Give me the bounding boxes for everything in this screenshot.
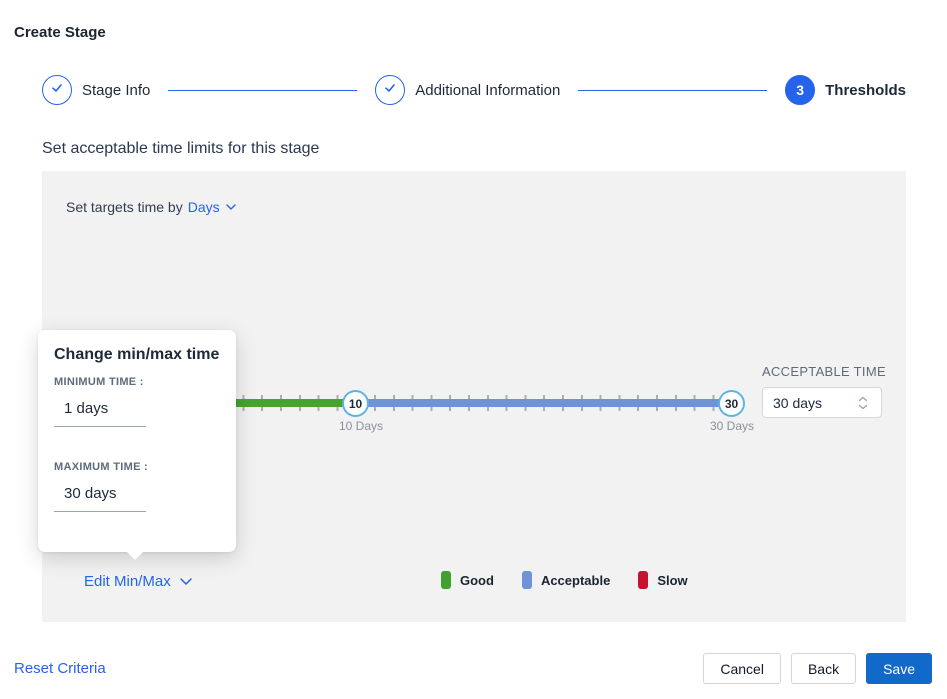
legend-label: Slow <box>657 573 687 588</box>
edit-minmax-link[interactable]: Edit Min/Max <box>84 573 193 590</box>
cancel-button[interactable]: Cancel <box>703 653 781 684</box>
good-swatch <box>441 571 451 589</box>
step-active-circle: 3 <box>785 75 815 105</box>
acceptable-swatch <box>522 571 532 589</box>
slow-swatch <box>638 571 648 589</box>
step-thresholds[interactable]: 3 Thresholds <box>785 75 906 105</box>
stepper-controls <box>851 396 875 410</box>
slider-track-acceptable[interactable] <box>355 399 731 407</box>
slider-handle-min[interactable]: 10 <box>342 390 369 417</box>
acceptable-time-field <box>762 387 882 418</box>
minimum-time-input[interactable] <box>54 398 146 427</box>
legend-label: Acceptable <box>541 573 610 588</box>
legend-item-good: Good <box>441 571 494 589</box>
step-complete-circle <box>42 75 72 105</box>
check-icon <box>50 81 64 100</box>
step-stage-info[interactable]: Stage Info <box>42 75 150 105</box>
legend-item-slow: Slow <box>638 571 687 589</box>
maximum-time-input[interactable] <box>54 483 146 512</box>
back-button[interactable]: Back <box>791 653 856 684</box>
step-additional-information[interactable]: Additional Information <box>375 75 560 105</box>
wizard-stepper: Stage Info Additional Information 3 Thre… <box>42 74 906 106</box>
chevron-down-icon <box>179 577 193 586</box>
check-icon <box>383 81 397 100</box>
save-button[interactable]: Save <box>866 653 932 684</box>
change-minmax-popover: Change min/max time MINIMUM TIME : MAXIM… <box>38 330 236 552</box>
spinner-down-icon[interactable] <box>858 404 868 410</box>
step-number: 3 <box>796 82 804 98</box>
legend-label: Good <box>460 573 494 588</box>
popover-title: Change min/max time <box>54 346 220 364</box>
footer-buttons: Cancel Back Save <box>703 653 932 684</box>
section-heading: Set acceptable time limits for this stag… <box>42 140 319 158</box>
acceptable-time-label: ACCEPTABLE TIME <box>762 364 886 379</box>
edit-minmax-label: Edit Min/Max <box>84 573 171 590</box>
slider-handle-max[interactable]: 30 <box>718 390 745 417</box>
stepper-connector <box>168 90 357 91</box>
acceptable-time-input[interactable] <box>763 395 851 411</box>
step-label: Additional Information <box>415 82 560 99</box>
maximum-time-label: MAXIMUM TIME : <box>54 461 220 473</box>
minimum-time-label: MINIMUM TIME : <box>54 376 220 388</box>
step-complete-circle <box>375 75 405 105</box>
step-label: Stage Info <box>82 82 150 99</box>
legend: Good Acceptable Slow <box>441 571 688 589</box>
slider-handle-max-label: 30 Days <box>710 419 754 433</box>
page-title: Create Stage <box>14 24 106 41</box>
slider-handle-min-label: 10 Days <box>339 419 383 433</box>
popover-caret <box>127 552 143 560</box>
reset-criteria-link[interactable]: Reset Criteria <box>14 660 106 677</box>
step-label: Thresholds <box>825 82 906 99</box>
legend-item-acceptable: Acceptable <box>522 571 610 589</box>
stepper-connector <box>578 90 767 91</box>
spinner-up-icon[interactable] <box>858 396 868 402</box>
